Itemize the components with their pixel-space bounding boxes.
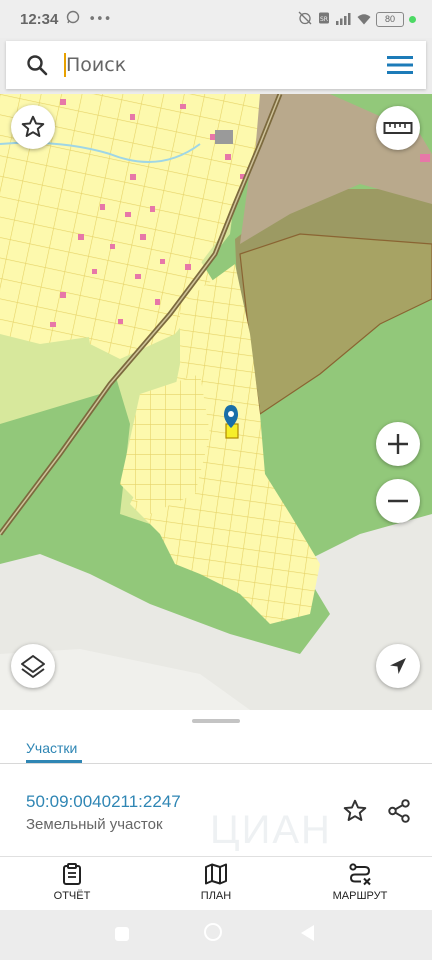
drag-handle[interactable] (192, 719, 240, 723)
layers-icon (21, 655, 45, 678)
ruler-button[interactable] (376, 106, 420, 150)
plan-button[interactable]: ПЛАН (161, 862, 271, 906)
navigation-arrow-icon (390, 658, 406, 674)
plus-icon (388, 434, 408, 454)
route-icon (349, 863, 371, 886)
search-input[interactable] (66, 54, 386, 76)
bottom-panel: Участки ЦИАН 50:09:0040211:2247 Земельны… (0, 710, 432, 910)
watermark: ЦИАН (210, 808, 332, 852)
report-label: ОТЧЁТ (53, 890, 91, 902)
plan-label: ПЛАН (200, 890, 232, 902)
share-icon (388, 799, 410, 823)
status-left: 12:34 ••• (20, 10, 111, 28)
ruler-icon (383, 122, 413, 134)
alarm-off-icon (298, 10, 312, 29)
my-location-button[interactable] (376, 644, 420, 688)
signal-icon (336, 10, 352, 29)
layers-button[interactable] (11, 644, 55, 688)
whatsapp-icon (66, 10, 80, 28)
map-view[interactable] (0, 94, 432, 710)
privacy-indicator-dot (409, 15, 416, 23)
share-button[interactable] (384, 796, 414, 826)
favorite-button[interactable] (11, 105, 55, 149)
clipboard-icon (63, 863, 81, 885)
status-time: 12:34 (20, 10, 59, 28)
star-icon (21, 115, 45, 137)
star-icon (343, 799, 367, 821)
battery-icon: 80 (376, 11, 404, 27)
search-icon[interactable] (26, 54, 48, 76)
status-bar: 12:34 ••• SR 80 (0, 0, 432, 38)
route-label: МАРШРУТ (332, 890, 388, 902)
more-notifications-icon: ••• (88, 11, 112, 27)
parcel-type: Земельный участок (26, 816, 163, 833)
menu-icon[interactable] (386, 54, 414, 76)
home-button[interactable] (204, 923, 222, 941)
route-button[interactable]: МАРШРУТ (305, 862, 415, 906)
report-button[interactable]: ОТЧЁТ (17, 862, 127, 906)
divider (0, 763, 432, 764)
svg-text:SR: SR (320, 16, 328, 23)
back-button[interactable] (301, 925, 314, 941)
zoom-out-button[interactable] (376, 479, 420, 523)
status-right: SR 80 (298, 10, 416, 29)
minus-icon (388, 499, 408, 503)
divider (0, 856, 432, 857)
recents-button[interactable] (115, 927, 129, 941)
sim-icon: SR (317, 10, 331, 29)
tab-uchastki[interactable]: Участки (26, 740, 77, 756)
parcel-cadastral-number[interactable]: 50:09:0040211:2247 (26, 792, 181, 812)
system-nav-bar (0, 910, 432, 960)
favorite-parcel-button[interactable] (340, 796, 370, 826)
map-icon (205, 863, 227, 885)
zoom-in-button[interactable] (376, 422, 420, 466)
wifi-icon (357, 10, 371, 29)
search-bar (6, 41, 426, 89)
